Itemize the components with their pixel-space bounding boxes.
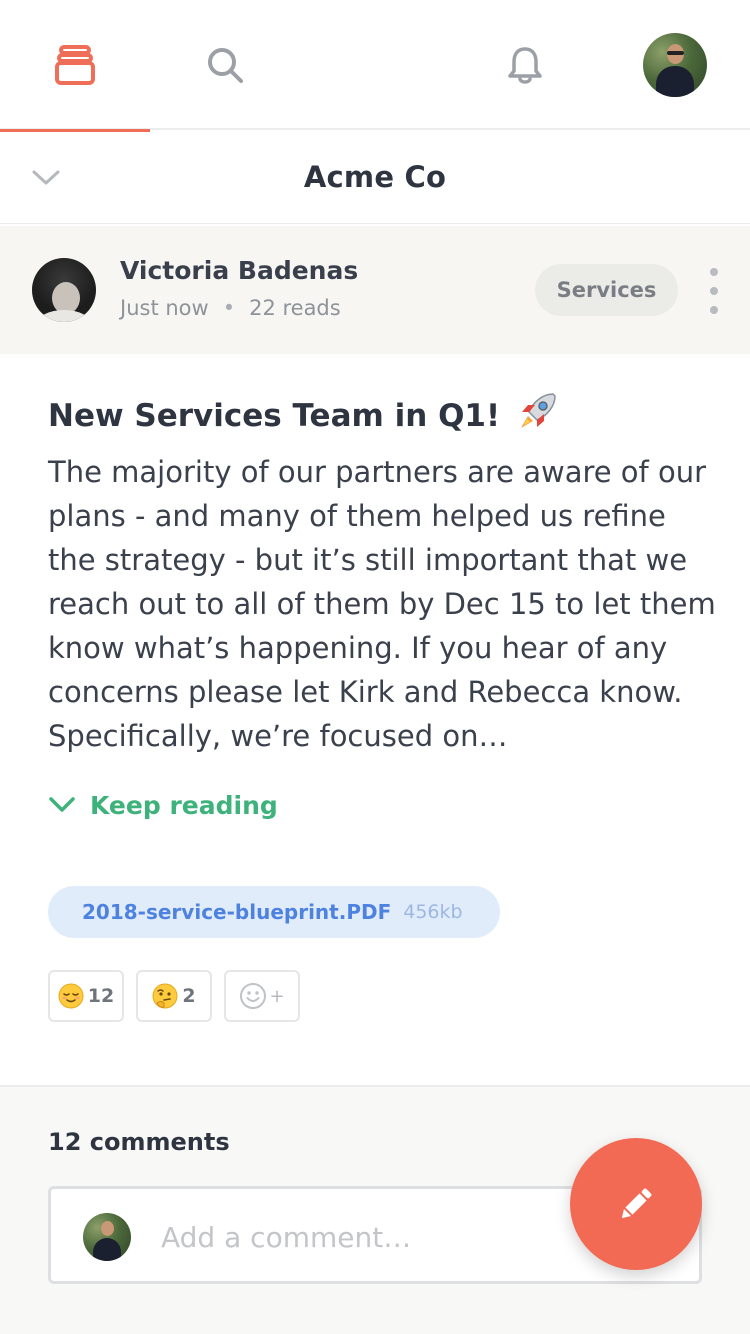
chevron-down-icon xyxy=(49,797,75,812)
thinking-face-icon xyxy=(152,983,178,1009)
comments-count[interactable]: 12 comments xyxy=(48,1128,230,1156)
meta-separator: • xyxy=(222,296,236,320)
nav-feed-button[interactable] xyxy=(0,0,150,132)
post-author-header: Victoria Badenas Just now • 22 reads Servi… xyxy=(0,226,750,354)
author-avatar[interactable] xyxy=(32,258,96,322)
reactions-bar: 12 2 + xyxy=(48,970,312,1022)
top-nav xyxy=(0,0,750,132)
avatar xyxy=(643,33,707,97)
author-name[interactable]: Victoria Badenas xyxy=(120,256,358,285)
compose-button[interactable] xyxy=(570,1138,702,1270)
relieved-face-icon xyxy=(58,983,84,1009)
bell-icon xyxy=(508,47,542,84)
add-reaction-button[interactable]: + xyxy=(224,970,300,1022)
stack-icon xyxy=(55,45,95,85)
nav-notifications-button[interactable] xyxy=(450,0,600,130)
workspace-title: Acme Co xyxy=(303,160,447,194)
add-reaction-plus: + xyxy=(269,985,285,1007)
reaction-relieved[interactable]: 12 xyxy=(48,970,124,1022)
profile-button[interactable] xyxy=(600,0,750,130)
post-title: New Services Team in Q1! xyxy=(48,390,559,434)
post-reads: 22 reads xyxy=(249,296,341,320)
attachment-size: 456kb xyxy=(403,901,463,923)
nav-search-button[interactable] xyxy=(150,0,300,130)
reaction-count: 12 xyxy=(87,985,115,1007)
attachment-chip[interactable]: 2018-service-blueprint.PDF 456kb xyxy=(48,886,500,938)
keep-reading-link[interactable]: Keep reading xyxy=(48,784,278,826)
workspace-bar: Acme Co xyxy=(0,132,750,224)
reaction-count: 2 xyxy=(182,985,196,1007)
add-reaction-icon xyxy=(240,983,267,1009)
comment-input[interactable] xyxy=(161,1211,561,1263)
reaction-thinking[interactable]: 2 xyxy=(136,970,212,1022)
rocket-icon xyxy=(520,393,556,428)
post-meta: Just now • 22 reads xyxy=(120,296,341,320)
search-icon xyxy=(208,48,243,83)
keep-reading-label: Keep reading xyxy=(90,790,278,820)
post-time: Just now xyxy=(120,296,209,320)
avatar xyxy=(83,1213,131,1261)
more-options-button[interactable] xyxy=(700,268,728,314)
post-body: The majority of our partners are aware o… xyxy=(48,455,716,753)
pencil-icon xyxy=(621,1188,652,1219)
attachment-name: 2018-service-blueprint.PDF xyxy=(82,900,392,924)
post-tag[interactable]: Services xyxy=(535,264,678,316)
post-title-text: New Services Team in Q1! xyxy=(48,398,501,434)
more-vertical-icon xyxy=(710,268,718,276)
